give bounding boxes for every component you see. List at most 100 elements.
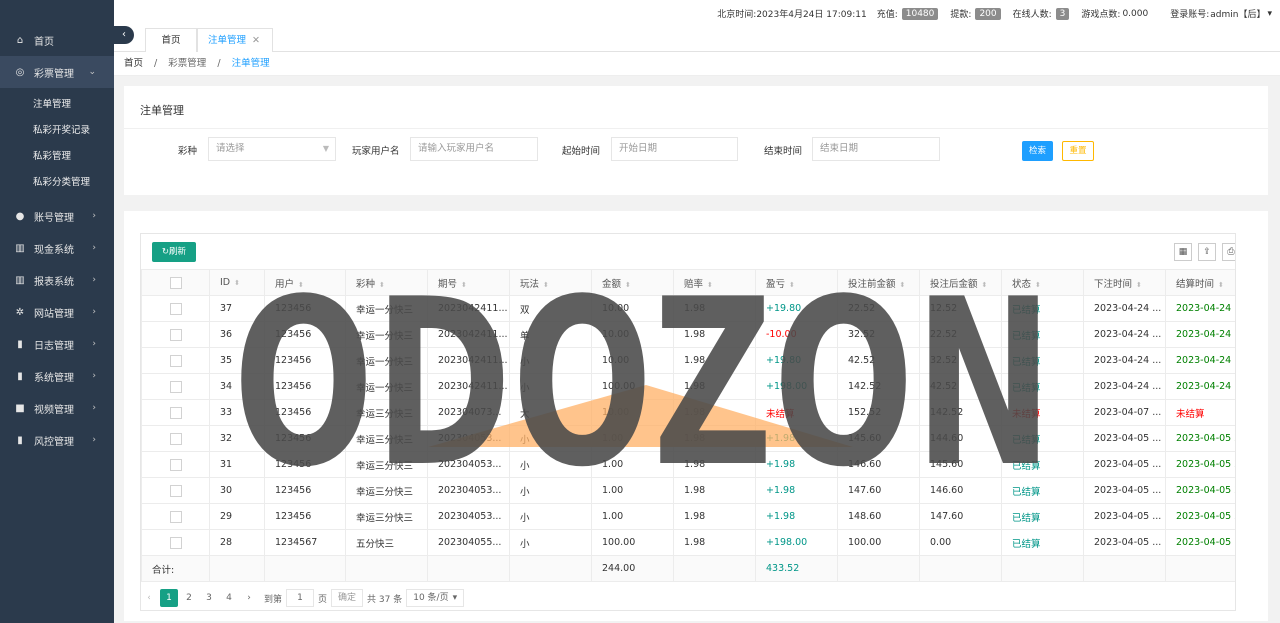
sort-icon[interactable]: ⬍ <box>1218 281 1224 289</box>
row-checkbox[interactable] <box>169 328 182 341</box>
column-header[interactable]: 期号 ⬍ <box>427 269 510 296</box>
table-row[interactable]: 30 123456 幸运三分快三 202304053... 小 1.00 1.98 +1.98… <box>141 477 1235 504</box>
column-header[interactable]: 彩种 ⬍ <box>345 269 428 296</box>
sort-icon[interactable]: ⬍ <box>1035 281 1041 289</box>
chevron-icon: › <box>92 339 96 349</box>
recharge-badge[interactable]: 10480 <box>901 7 939 20</box>
sidebar-item-4[interactable]: ▥ 报表系统 › <box>0 264 114 296</box>
sort-icon[interactable]: ⬍ <box>982 281 988 289</box>
row-checkbox[interactable] <box>169 302 182 315</box>
row-checkbox[interactable] <box>169 510 182 523</box>
column-header[interactable]: 金额 ⬍ <box>591 269 674 296</box>
sort-icon[interactable]: ⬍ <box>298 281 304 289</box>
sidebar-item-1[interactable]: ◎ 彩票管理 ⌄ <box>0 56 114 88</box>
cell-before: 148.60 <box>837 503 920 530</box>
tab-home[interactable]: 首页 <box>145 28 197 53</box>
sidebar-item-9[interactable]: ▮ 风控管理 › <box>0 424 114 456</box>
row-checkbox[interactable] <box>169 406 182 419</box>
sort-icon[interactable]: ⬍ <box>543 281 549 289</box>
column-header[interactable]: 结算时间 ⬍ <box>1165 269 1235 296</box>
end-date-input[interactable]: 结束日期 <box>812 137 940 161</box>
page-size-select[interactable]: 10 条/页 ▾ <box>406 589 465 607</box>
start-date-input[interactable]: 开始日期 <box>611 137 738 161</box>
row-checkbox[interactable] <box>169 354 182 367</box>
sidebar-item-label: 网站管理 <box>34 308 74 320</box>
column-header[interactable]: 玩法 ⬍ <box>509 269 592 296</box>
cell-after: 32.52 <box>919 347 1002 374</box>
table-row[interactable]: 34 123456 幸运一分快三 2023042411... 小 100.00 1.98 +1… <box>141 373 1235 400</box>
column-header-label: 投注后金额 <box>930 278 978 290</box>
table-row[interactable]: 32 123456 幸运三分快三 202304053... 小 1.00 1.98 +1.98… <box>141 425 1235 452</box>
sort-icon[interactable]: ⬍ <box>461 281 467 289</box>
sidebar-item-3[interactable]: ▥ 现金系统 › <box>0 232 114 264</box>
page-button[interactable]: 4 <box>220 589 238 607</box>
sidebar-item-8[interactable]: ■ 视频管理 › <box>0 392 114 424</box>
next-page-icon[interactable]: › <box>240 589 258 607</box>
sidebar-subitem[interactable]: 私彩分类管理 <box>0 170 114 196</box>
row-checkbox[interactable] <box>169 432 182 445</box>
breadcrumb-home[interactable]: 首页 <box>124 58 143 69</box>
export-icon[interactable]: ⇪ <box>1198 243 1216 261</box>
row-checkbox[interactable] <box>169 380 182 393</box>
online-badge[interactable]: 3 <box>1055 7 1070 20</box>
row-checkbox[interactable] <box>169 484 182 497</box>
table-row[interactable]: 37 123456 幸运一分快三 2023042411... 双 10.00 1.98 +19… <box>141 295 1235 322</box>
column-header[interactable]: ID ⬍ <box>209 269 265 296</box>
sort-icon[interactable]: ⬍ <box>1136 281 1142 289</box>
sidebar-subitem[interactable]: 私彩开奖记录 <box>0 118 114 144</box>
column-header-label: 玩法 <box>520 278 540 290</box>
account-menu[interactable]: admin【后】 <box>1210 7 1265 20</box>
sort-icon[interactable]: ⬍ <box>625 281 631 289</box>
collapse-sidebar-button[interactable]: ‹ <box>114 26 134 44</box>
search-button[interactable]: 检索 <box>1022 141 1053 161</box>
prev-page-icon[interactable]: ‹ <box>140 589 158 607</box>
tab-bet-management[interactable]: 注单管理 ✕ <box>197 28 273 53</box>
table-row[interactable]: 29 123456 幸运三分快三 202304053... 小 1.00 1.98 +1.98… <box>141 503 1235 530</box>
column-header-label: ID <box>220 277 231 288</box>
sidebar-item-0[interactable]: ⌂ 首页 <box>0 24 114 56</box>
select-all-checkbox[interactable] <box>169 276 182 289</box>
table-row[interactable]: 28 1234567 五分快三 202304055... 小 100.00 1.98 +198… <box>141 529 1235 556</box>
sidebar-item-7[interactable]: ▮ 系统管理 › <box>0 360 114 392</box>
refresh-button[interactable]: ↻刷新 <box>152 242 196 262</box>
sidebar-subitem[interactable]: 私彩管理 <box>0 144 114 170</box>
player-input[interactable]: 请输入玩家用户名 <box>410 137 538 161</box>
sort-icon[interactable]: ⬍ <box>789 281 795 289</box>
goto-page-input[interactable]: 1 <box>286 589 315 607</box>
sort-icon[interactable]: ⬍ <box>379 281 385 289</box>
sort-icon[interactable]: ⬍ <box>900 281 906 289</box>
cell-amount: 10.00 <box>591 321 674 348</box>
game-select[interactable]: 请选择 ▼ <box>208 137 336 161</box>
row-checkbox[interactable] <box>169 458 182 471</box>
column-header[interactable]: 赔率 ⬍ <box>673 269 756 296</box>
sidebar-item-6[interactable]: ▮ 日志管理 › <box>0 328 114 360</box>
sidebar-item-2[interactable]: ● 账号管理 › <box>0 200 114 232</box>
column-header[interactable]: 状态 ⬍ <box>1001 269 1084 296</box>
withdraw-badge[interactable]: 200 <box>975 7 1001 20</box>
time-label: 北京时间: <box>717 10 757 20</box>
account-caret-icon[interactable]: ▾ <box>1267 9 1272 19</box>
column-header[interactable]: 投注后金额 ⬍ <box>919 269 1002 296</box>
column-header[interactable]: 用户 ⬍ <box>264 269 346 296</box>
columns-icon[interactable]: ▦ <box>1174 243 1192 261</box>
sidebar-item-5[interactable]: ✲ 网站管理 › <box>0 296 114 328</box>
print-icon[interactable]: ⎙ <box>1222 243 1235 261</box>
page-button[interactable]: 1 <box>160 589 178 607</box>
sort-icon[interactable]: ⬍ <box>234 279 240 287</box>
page-button[interactable]: 3 <box>200 589 218 607</box>
goto-confirm-button[interactable]: 确定 <box>331 589 364 607</box>
breadcrumb-lottery[interactable]: 彩票管理 <box>168 58 206 69</box>
close-icon[interactable]: ✕ <box>252 35 260 46</box>
page-button[interactable]: 2 <box>180 589 198 607</box>
reset-button[interactable]: 重置 <box>1062 141 1094 161</box>
column-header[interactable]: 下注时间 ⬍ <box>1083 269 1166 296</box>
table-row[interactable]: 36 123456 幸运一分快三 2023042411... 单 10.00 1.98 -10… <box>141 321 1235 348</box>
table-row[interactable]: 31 123456 幸运三分快三 202304053... 小 1.00 1.98 +1.98… <box>141 451 1235 478</box>
table-row[interactable]: 35 123456 幸运一分快三 2023042411... 小 10.00 1.98 +19… <box>141 347 1235 374</box>
column-header[interactable]: 盈亏 ⬍ <box>755 269 838 296</box>
sort-icon[interactable]: ⬍ <box>707 281 713 289</box>
table-row[interactable]: 33 123456 幸运三分快三 202304073... 大 10.00 1.98 未结算 1… <box>141 399 1235 426</box>
sidebar-subitem[interactable]: 注单管理 <box>0 92 114 118</box>
column-header[interactable]: 投注前金额 ⬍ <box>837 269 920 296</box>
row-checkbox[interactable] <box>169 536 182 549</box>
